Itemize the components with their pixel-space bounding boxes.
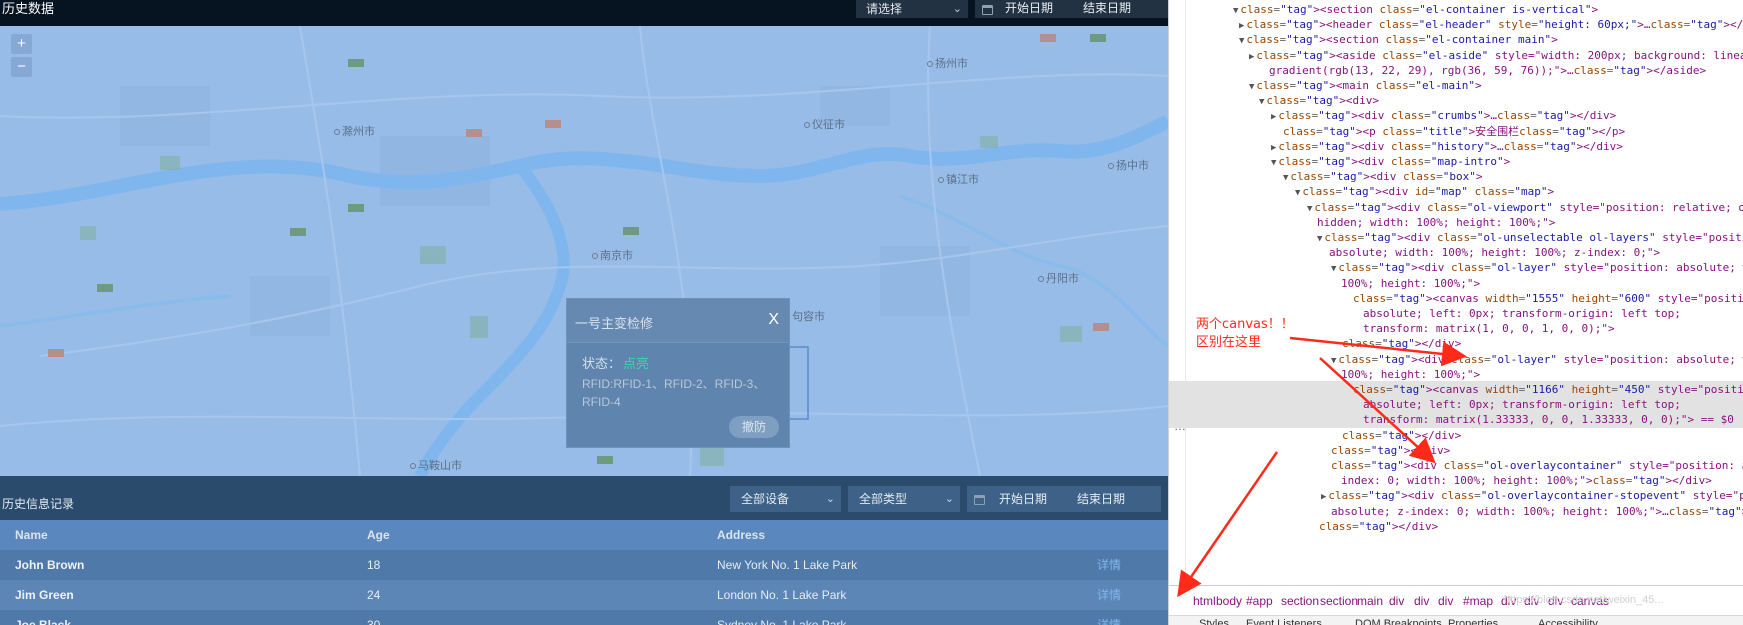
cell-age: 30 [367, 618, 381, 625]
city-label: 扬中市 [1108, 157, 1149, 173]
city-label: 丹阳市 [1038, 270, 1079, 286]
top-date-range[interactable]: 开始日期 结束日期 [975, 0, 1168, 18]
device-select-value: 全部设备 [741, 492, 790, 506]
page-title: 历史数据 [2, 1, 55, 16]
table-row: Joe Black 30 Sydney No. 1 Lake Park 详情 [0, 610, 1168, 625]
breadcrumb-item[interactable]: #app [1246, 594, 1273, 608]
top-select[interactable]: 请选择 ⌄ [856, 0, 968, 18]
popup-header: 一号主变检修 X [567, 299, 789, 343]
popup-rfid-list: RFID:RFID-1、RFID-2、RFID-3、RFID-4 [582, 377, 766, 409]
collapsed-triangle-icon[interactable]: ▶ [1271, 143, 1276, 153]
start-date-input[interactable]: 开始日期 [1005, 0, 1053, 16]
expanded-triangle-icon[interactable]: ▼ [1331, 356, 1336, 366]
expanded-triangle-icon[interactable]: ▼ [1283, 173, 1288, 183]
chevron-down-icon: ⌄ [825, 493, 835, 505]
type-select[interactable]: 全部类型 ⌄ [848, 486, 960, 512]
chevron-down-icon: ⌄ [944, 493, 954, 505]
cell-address: Sydney No. 1 Lake Park [717, 618, 847, 625]
table-header-row: Name Age Address [0, 520, 1168, 550]
devtools-panel: … ▼class="tag"><section class="el-contai… [1168, 0, 1743, 625]
device-select[interactable]: 全部设备 ⌄ [730, 486, 841, 512]
popup-title: 一号主变检修 [575, 316, 654, 331]
history-end-date-input[interactable]: 结束日期 [1077, 486, 1125, 512]
close-icon[interactable]: X [768, 311, 779, 329]
zoom-in-button[interactable]: + [11, 34, 32, 54]
breadcrumb-item[interactable]: section [1281, 594, 1319, 608]
end-date-input[interactable]: 结束日期 [1083, 0, 1131, 16]
breadcrumb-item[interactable]: main [1357, 594, 1383, 608]
dom-node-line[interactable]: class="tag"></div> [1169, 518, 1743, 535]
collapsed-triangle-icon[interactable]: ▶ [1321, 492, 1326, 502]
expanded-triangle-icon[interactable]: ▼ [1271, 158, 1276, 168]
expanded-triangle-icon[interactable]: ▼ [1307, 204, 1312, 214]
expanded-triangle-icon[interactable]: ▼ [1295, 188, 1300, 198]
column-header-name: Name [15, 528, 48, 542]
table-row: John Brown 18 New York No. 1 Lake Park 详… [0, 550, 1168, 580]
cell-address: New York No. 1 Lake Park [717, 558, 858, 572]
collapsed-triangle-icon[interactable]: ▶ [1271, 112, 1276, 122]
collapsed-triangle-icon[interactable]: ▶ [1239, 21, 1244, 31]
type-select-value: 全部类型 [859, 492, 908, 506]
expanded-triangle-icon[interactable]: ▼ [1239, 36, 1244, 46]
cell-address: London No. 1 Lake Park [717, 588, 847, 602]
column-header-age: Age [367, 528, 390, 542]
calendar-icon [982, 5, 993, 15]
city-label: 仪征市 [804, 116, 845, 132]
history-title: 历史信息记录 [2, 497, 75, 511]
expanded-triangle-icon[interactable]: ▼ [1317, 234, 1322, 244]
popup-status-value: 点亮 [623, 356, 650, 371]
cell-name: John Brown [15, 558, 85, 572]
detail-link[interactable]: 详情 [1097, 610, 1121, 625]
top-select-value: 请选择 [866, 2, 903, 16]
expanded-triangle-icon[interactable]: ▼ [1233, 6, 1238, 16]
devtools-tab[interactable]: Event Listeners [1246, 618, 1322, 625]
breadcrumb-item[interactable]: div [1438, 594, 1453, 608]
cell-age: 18 [367, 558, 381, 572]
disarm-button[interactable]: 撤防 [729, 416, 779, 438]
cell-name: Joe Black [15, 618, 72, 625]
zoom-out-button[interactable]: − [11, 57, 32, 77]
app-pane: 历史数据 请选择 ⌄ 开始日期 结束日期 + − 扬州市 滁州市 仪征市 镇江市… [0, 0, 1168, 625]
city-label: 扬州市 [927, 55, 968, 71]
table-row: Jim Green 24 London No. 1 Lake Park 详情 [0, 580, 1168, 610]
breadcrumb-item[interactable]: div [1414, 594, 1429, 608]
cell-age: 24 [367, 588, 381, 602]
breadcrumb-item[interactable]: section [1320, 594, 1358, 608]
detail-link[interactable]: 详情 [1097, 580, 1121, 610]
expanded-triangle-icon[interactable]: ▼ [1259, 97, 1264, 107]
annotation-text: 两个canvas！！ 区别在这里 [1196, 317, 1294, 350]
city-label: 马鞍山市 [410, 457, 462, 473]
expanded-triangle-icon[interactable]: ▼ [1249, 82, 1254, 92]
chevron-down-icon: ⌄ [952, 3, 962, 15]
history-date-range[interactable]: 开始日期 结束日期 [967, 486, 1161, 512]
breadcrumb-item[interactable]: div [1389, 594, 1404, 608]
devtools-tab[interactable]: Accessibility [1538, 618, 1598, 625]
devtools-tab[interactable]: Styles [1199, 618, 1229, 625]
detail-link[interactable]: 详情 [1097, 550, 1121, 580]
watermark: https://blog.csdn.net/weixin_45... [1504, 594, 1664, 606]
map-popup: 一号主变检修 X 状态： 点亮 RFID:RFID-1、RFID-2、RFID-… [566, 298, 790, 448]
breadcrumb-item[interactable]: html [1193, 594, 1216, 608]
city-label: 句容市 [784, 308, 825, 324]
history-toolbar: 历史信息记录 全部设备 ⌄ 全部类型 ⌄ 开始日期 结束日期 [0, 476, 1168, 520]
city-label: 镇江市 [938, 171, 979, 187]
popup-status-label: 状态： [582, 356, 622, 371]
elements-tree: ▼ class="tag"><section class="el-containe… [1169, 0, 1743, 585]
city-label: 滁州市 [334, 123, 375, 139]
history-start-date-input[interactable]: 开始日期 [999, 486, 1047, 512]
app-header: 历史数据 请选择 ⌄ 开始日期 结束日期 [0, 0, 1168, 26]
devtools-subtabs: Styles Event Listeners DOM Breakpoints Prop… [1169, 615, 1743, 625]
city-label: 南京市 [592, 247, 633, 263]
calendar-icon [974, 495, 985, 505]
cell-name: Jim Green [15, 588, 74, 602]
expanded-triangle-icon[interactable]: ▼ [1331, 264, 1336, 274]
history-table: Name Age Address John Brown 18 New York … [0, 520, 1168, 625]
devtools-tab[interactable]: Properties [1448, 618, 1498, 625]
collapsed-triangle-icon[interactable]: ▶ [1249, 52, 1254, 62]
breadcrumb-item[interactable]: body [1216, 594, 1242, 608]
column-header-address: Address [717, 528, 766, 542]
devtools-tab[interactable]: DOM Breakpoints [1355, 618, 1442, 625]
breadcrumb-item[interactable]: #map [1463, 594, 1493, 608]
